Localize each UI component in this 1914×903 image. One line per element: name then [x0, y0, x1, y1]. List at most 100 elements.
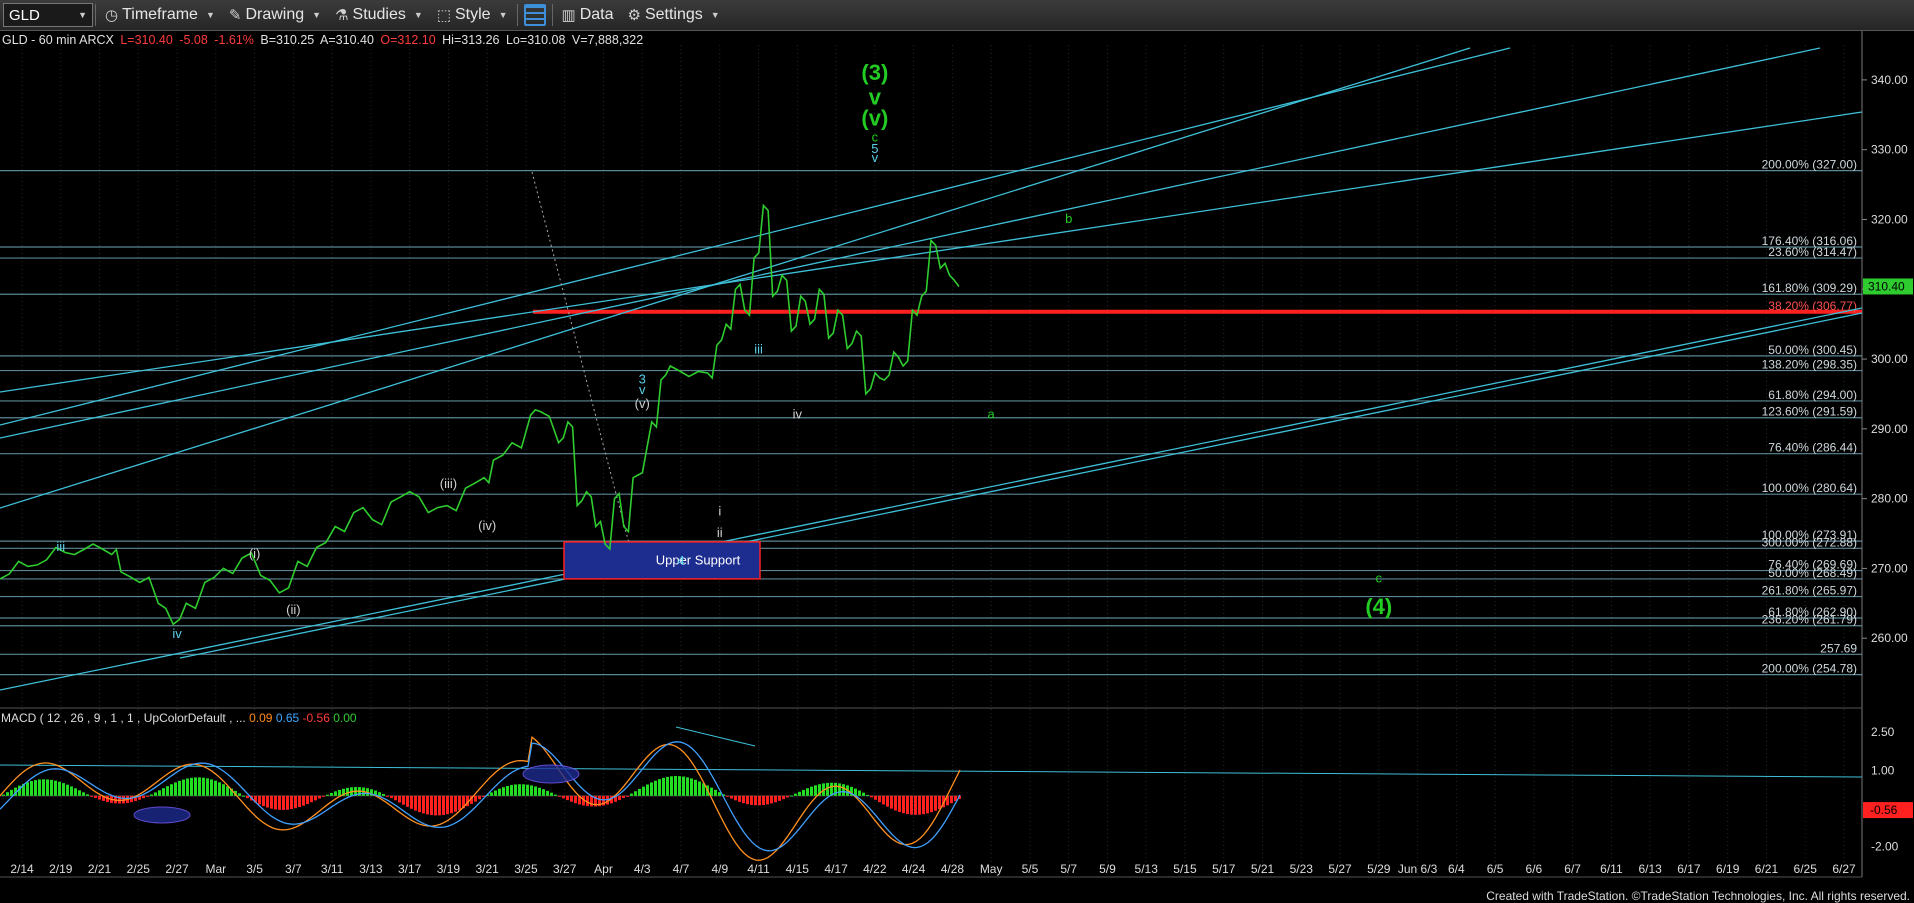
macd-histogram-bar — [802, 789, 805, 796]
macd-histogram-bar — [282, 795, 285, 810]
date-tick-label: 2/14 — [10, 862, 34, 876]
macd-histogram-bar — [410, 795, 413, 809]
wave-label: b — [1065, 211, 1072, 226]
macd-histogram-bar — [206, 778, 209, 796]
fib-level-label: 138.20% (298.35) — [1762, 358, 1857, 372]
macd-histogram-bar — [98, 795, 101, 800]
macd-histogram-bar — [10, 789, 13, 796]
fib-level-label: 200.00% (327.00) — [1762, 158, 1857, 172]
macd-histogram-bar — [938, 795, 941, 810]
macd-histogram-bar — [174, 782, 177, 796]
macd-histogram-bar — [150, 794, 153, 796]
macd-histogram-bar — [506, 785, 509, 796]
price-tick-label: 290.00 — [1871, 422, 1908, 436]
fib-level-label: 61.80% (294.00) — [1768, 388, 1857, 402]
macd-histogram-bar — [2, 794, 5, 796]
last-price-label: 310.40 — [1868, 279, 1905, 293]
date-tick-label: Jun 6/3 — [1398, 862, 1438, 876]
divergence-ellipse — [133, 806, 191, 824]
macd-histogram-bar — [446, 795, 449, 815]
wave-label: iv — [172, 626, 182, 641]
date-tick-label: 4/11 — [747, 862, 770, 876]
macd-histogram-bar — [334, 791, 337, 796]
date-tick-label: 2/25 — [127, 862, 151, 876]
macd-histogram-bar — [186, 778, 189, 796]
macd-histogram-bar — [862, 792, 865, 796]
macd-histogram-bar — [554, 794, 557, 796]
date-tick-label: 3/13 — [359, 862, 383, 876]
wave-label: v — [639, 382, 646, 397]
macd-histogram-bar — [642, 786, 645, 796]
macd-histogram-bar — [266, 795, 269, 808]
macd-histogram-bar — [162, 788, 165, 796]
fib-level-label: 161.80% (309.29) — [1762, 281, 1857, 295]
macd-histogram-bar — [758, 795, 761, 806]
date-tick-label: 4/22 — [863, 862, 887, 876]
date-tick-label: 4/28 — [941, 862, 965, 876]
date-tick-label: 3/25 — [514, 862, 538, 876]
macd-histogram-bar — [78, 790, 81, 796]
price-chart[interactable]: 200.00% (327.00)176.40% (316.06)23.60% (… — [0, 0, 1914, 903]
macd-histogram-bar — [906, 795, 909, 815]
fib-level-label: 23.60% (314.47) — [1768, 245, 1857, 259]
wave-label: (v) — [635, 396, 650, 411]
trend-line — [0, 307, 1863, 691]
macd-histogram-bar — [590, 795, 593, 807]
macd-histogram-bar — [786, 795, 789, 798]
macd-histogram-bar — [530, 785, 533, 796]
date-tick-label: 5/23 — [1290, 862, 1314, 876]
macd-histogram-bar — [38, 779, 41, 796]
wave-label: (4) — [1365, 594, 1392, 619]
macd-histogram-bar — [146, 795, 149, 797]
macd-histogram-bar — [622, 795, 625, 798]
macd-histogram-bar — [562, 795, 565, 799]
date-tick-label: May — [980, 862, 1003, 876]
macd-histogram-bar — [30, 781, 33, 796]
macd-histogram-bar — [390, 795, 393, 799]
macd-histogram-bar — [630, 793, 633, 796]
date-tick-label: 5/21 — [1251, 862, 1275, 876]
macd-histogram-bar — [198, 777, 201, 796]
macd-histogram-bar — [46, 779, 49, 796]
macd-histogram-bar — [670, 776, 673, 796]
date-tick-label: 4/24 — [902, 862, 926, 876]
macd-histogram-bar — [922, 795, 925, 815]
macd-histogram-bar — [438, 795, 441, 816]
macd-histogram-bar — [918, 795, 921, 815]
date-tick-label: Apr — [594, 862, 613, 876]
macd-histogram-bar — [794, 793, 797, 796]
macd-divergence-line — [675, 726, 756, 747]
macd-histogram-bar — [262, 795, 265, 807]
macd-histogram-bar — [714, 789, 717, 796]
date-tick-label: 4/17 — [824, 862, 848, 876]
macd-histogram-bar — [770, 795, 773, 804]
macd-study-label: MACD ( 12 , 26 , 9 , 1 , 1 , UpColorDefa… — [1, 711, 357, 725]
macd-histogram-bar — [746, 795, 749, 805]
date-tick-label: 2/21 — [88, 862, 112, 876]
upper-support-label: Upper Support — [656, 552, 741, 567]
macd-histogram-bar — [494, 790, 497, 796]
macd-histogram-bar — [490, 792, 493, 796]
date-tick-label: 6/25 — [1794, 862, 1818, 876]
macd-value: 0.09 — [249, 711, 273, 725]
macd-histogram-bar — [950, 795, 953, 804]
fib-level-label: 300.00% (272.88) — [1762, 535, 1857, 549]
macd-histogram-bar — [398, 795, 401, 803]
date-tick-label: 4/15 — [786, 862, 810, 876]
macd-histogram-bar — [498, 788, 501, 796]
macd-histogram-bar — [294, 795, 297, 809]
macd-histogram-bar — [74, 788, 77, 796]
date-tick-label: 6/4 — [1448, 862, 1465, 876]
macd-zero-value: 0.00 — [333, 711, 357, 725]
macd-histogram-bar — [546, 790, 549, 796]
macd-histogram-bar — [90, 795, 93, 797]
wave-label: (ii) — [286, 602, 300, 617]
date-tick-label: 5/7 — [1060, 862, 1077, 876]
macd-histogram-bar — [782, 795, 785, 800]
macd-histogram-bar — [306, 795, 309, 805]
macd-histogram-bar — [934, 795, 937, 811]
macd-histogram-bar — [914, 795, 917, 815]
trend-line — [0, 111, 1863, 393]
macd-histogram-bar — [806, 788, 809, 796]
macd-histogram-bar — [778, 795, 781, 801]
